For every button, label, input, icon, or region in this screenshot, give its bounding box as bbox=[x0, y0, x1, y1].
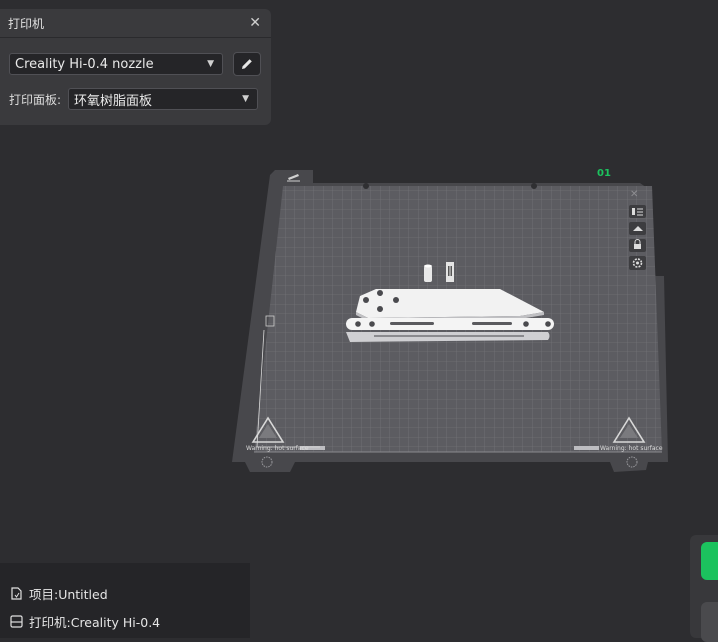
file-icon bbox=[11, 587, 22, 600]
viewport[interactable]: 01 ✕ Warning: hot surface Warning: hot s… bbox=[0, 0, 718, 638]
project-info-panel: 项目:Untitled 打印机:Creality Hi-0.4 bbox=[0, 563, 250, 638]
secondary-action-button[interactable] bbox=[701, 602, 718, 642]
close-plate-icon[interactable]: ✕ bbox=[630, 189, 638, 200]
printer-row: 打印机:Creality Hi-0.4 bbox=[10, 612, 160, 631]
printer-name: 打印机:Creality Hi-0.4 bbox=[29, 615, 161, 630]
model-clip[interactable] bbox=[446, 262, 454, 282]
list-icon[interactable] bbox=[629, 205, 646, 218]
warning-left-text: Warning: hot surface bbox=[246, 445, 309, 452]
model-peg[interactable] bbox=[424, 266, 432, 282]
model-arm[interactable] bbox=[346, 318, 554, 342]
arrange-icon[interactable] bbox=[629, 222, 646, 235]
printer-icon bbox=[10, 615, 23, 628]
lock-icon[interactable] bbox=[629, 239, 646, 252]
slice-button[interactable] bbox=[701, 542, 718, 580]
settings-icon[interactable] bbox=[629, 256, 646, 270]
project-row: 项目:Untitled bbox=[10, 584, 108, 603]
plate-number[interactable]: 01 bbox=[597, 168, 611, 179]
warning-right-text: Warning: hot surface bbox=[600, 445, 663, 452]
project-name: 项目:Untitled bbox=[29, 587, 108, 602]
